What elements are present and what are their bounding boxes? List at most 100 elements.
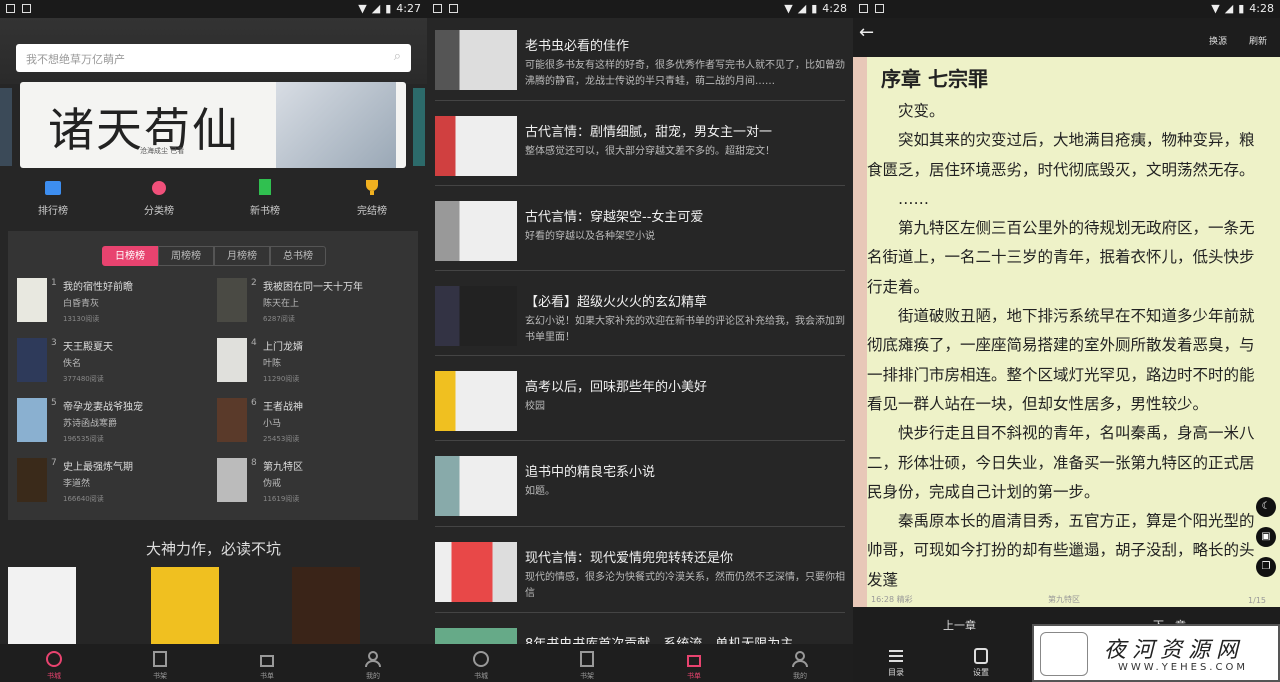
rank-number: 3 — [51, 338, 57, 348]
bottom-tab-bar: 书城 书架 书单 我的 — [0, 644, 427, 682]
comment-icon[interactable]: ▣ — [1256, 527, 1276, 547]
tab-total[interactable]: 总书榜 — [270, 246, 326, 266]
divider — [435, 185, 845, 186]
paragraph: 突如其来的灾变过后，大地满目疮痍，物种变异，粮食匮乏，居住环境恶劣，时代彻底毁灭… — [867, 131, 1255, 179]
category-label: 排行榜 — [38, 206, 68, 217]
rank-item[interactable]: 5 帝孕龙妻战爷独宠 苏诗函战寒爵 196535阅读 — [17, 398, 212, 454]
featured-book-cover[interactable] — [151, 567, 219, 645]
copy-icon[interactable]: ❐ — [1256, 557, 1276, 577]
tab-booklist[interactable]: 书单 — [242, 650, 292, 681]
user-icon — [365, 651, 381, 668]
booklist-desc: 校园 — [525, 401, 545, 412]
category-new[interactable]: 新书榜 — [235, 178, 295, 217]
prev-chapter-button[interactable]: 上一章 — [943, 617, 976, 633]
tab-booklist[interactable]: 书单 — [669, 650, 719, 681]
page-edge — [853, 57, 867, 607]
rank-item[interactable]: 4 上门龙婿 叶陈 11290阅读 — [217, 338, 412, 394]
rank-number: 2 — [251, 278, 257, 288]
tab-label: 书单 — [687, 672, 701, 680]
book-cover — [17, 278, 47, 322]
tab-bookstore[interactable]: 书城 — [29, 650, 79, 681]
booklist-desc: 玄幻小说！如果大家补充的欢迎在新书单的评论区补充给我，我会添加到书单里面！ — [525, 316, 845, 343]
banner-next-peek[interactable] — [413, 88, 425, 166]
rank-item[interactable]: 3 天王殿夏天 佚名 377480阅读 — [17, 338, 212, 394]
back-arrow-icon[interactable]: ← — [859, 22, 874, 43]
booklist-title: 追书中的精良宅系小说 — [525, 465, 656, 480]
search-icon[interactable]: ⌕ — [394, 49, 401, 64]
rank-number: 8 — [251, 458, 257, 468]
booklist-desc: 整体感觉还可以，很大部分穿越文差不多的。超甜宠文！ — [525, 146, 775, 157]
tab-profile[interactable]: 我的 — [348, 650, 398, 681]
night-mode-icon[interactable]: ☾ — [1256, 497, 1276, 517]
tab-weekly[interactable]: 周榜榜 — [158, 246, 214, 266]
rank-item[interactable]: 1 我的宿性好前瞻 白昏青灰 13130阅读 — [17, 278, 212, 334]
toc-button[interactable]: 目录 — [874, 648, 918, 678]
bookshelf-icon — [153, 651, 167, 667]
category-ranking[interactable]: 排行榜 — [23, 178, 83, 217]
book-cover — [17, 458, 47, 502]
booklist-desc: 好看的穿越以及各种架空小说 — [525, 231, 655, 242]
banner-prev-peek[interactable] — [0, 88, 12, 166]
rank-item[interactable]: 8 第九特区伪戒 11619阅读 — [217, 458, 412, 514]
reading-page[interactable]: 序章 七宗罪 灾变。 突如其来的灾变过后，大地满目疮痍，物种变异，粮食匮乏，居住… — [853, 57, 1280, 607]
promo-banner[interactable]: 诸天苟仙 沧海成尘 已看 — [20, 82, 406, 168]
booklist-covers — [435, 30, 517, 90]
paragraph: 第九特区左侧三百公里外的待规划无政府区，一条无名街道上，一名二十三岁的青年，抿着… — [867, 219, 1255, 296]
category-label: 完结榜 — [357, 206, 387, 217]
book-cover — [217, 338, 247, 382]
tab-label: 书单 — [260, 672, 274, 680]
tab-bookshelf[interactable]: 书架 — [135, 650, 185, 681]
reader-panel: ▼ ◢ ▮ 4:28 ← 换源 刷新 序章 七宗罪 灾变。 突如其来的灾变过后，大地满… — [853, 0, 1280, 682]
booklist-item[interactable]: 老书虫必看的佳作 可能很多书友有这样的好奇，很多优秀作者写完书人就不见了，比如曾劲… — [435, 30, 845, 100]
booklist-item[interactable]: 现代言情：现代爱情兜兜转转还是你 现代的情感，很多沦为快餐式的冷漠关系，然而仍然不… — [435, 542, 845, 612]
booklist-covers — [435, 201, 517, 261]
tab-profile[interactable]: 我的 — [775, 650, 825, 681]
booklist-item[interactable]: 高考以后，回味那些年的小美好 校园 — [435, 371, 845, 441]
change-source-button[interactable]: 换源 — [1209, 34, 1227, 47]
book-author: 白昏青灰 — [63, 299, 100, 309]
category-label: 新书榜 — [250, 206, 280, 217]
booklist-panel: ▼ ◢ ▮ 4:28 老书虫必看的佳作 可能很多书友有这样的好奇，很多优秀作者写完书人就… — [427, 0, 853, 682]
button-label: 目录 — [888, 668, 904, 677]
notification-icon — [6, 4, 15, 13]
booklist-item[interactable]: 【必看】超级火火火的玄幻精草玄幻小说！如果大家补充的欢迎在新书单的评论区补充给我… — [435, 286, 845, 356]
settings-button[interactable]: 设置 — [959, 648, 1003, 678]
booklist-item[interactable]: 古代言情：穿越架空--女主可爱 好看的穿越以及各种架空小说 — [435, 201, 845, 271]
tab-bookstore[interactable]: 书城 — [456, 650, 506, 681]
category-finished[interactable]: 完结榜 — [342, 178, 402, 217]
book-author: 伪戒 — [263, 479, 282, 489]
wifi-icon: ▼ — [1211, 2, 1220, 15]
divider — [435, 355, 845, 356]
rank-number: 5 — [51, 398, 57, 408]
refresh-button[interactable]: 刷新 — [1249, 34, 1267, 47]
rank-item[interactable]: 6 王者战神 小马 25453阅读 — [217, 398, 412, 454]
tab-daily[interactable]: 日榜榜 — [102, 246, 158, 266]
paragraph: 街道破败丑陋，地下排污系统早在不知道多少年前就彻底瘫痪了，一座座简易搭建的室外厕… — [867, 307, 1255, 413]
notification-icon — [433, 4, 442, 13]
trophy-icon — [366, 180, 378, 195]
read-count: 11619阅读 — [263, 495, 300, 503]
rank-item[interactable]: 2 我被困在同一天十万年 陈天在上 6287阅读 — [217, 278, 412, 334]
category-classify[interactable]: 分类榜 — [129, 178, 189, 217]
rank-item[interactable]: 7 史上最强炼气期 李道然 166640阅读 — [17, 458, 212, 514]
book-author: 李道然 — [63, 479, 91, 489]
booklist-title: 【必看】超级火火火的玄幻精草 — [525, 295, 708, 310]
search-input[interactable]: 我不想绝草万亿萌产 ⌕ — [16, 44, 411, 72]
book-title: 第九特区 — [263, 462, 303, 473]
battery-icon: ▮ — [1238, 2, 1245, 15]
tab-label: 书城 — [474, 672, 488, 680]
tab-monthly[interactable]: 月榜榜 — [214, 246, 270, 266]
bottom-tab-bar: 书城 书架 书单 我的 — [427, 644, 853, 682]
featured-book-cover[interactable] — [292, 567, 360, 645]
read-count: 25453阅读 — [263, 435, 300, 443]
featured-book-cover[interactable] — [8, 567, 76, 645]
booklist-item[interactable]: 古代言情：剧情细腻，甜宠，男女主一对一整体感觉还可以，很大部分穿越文差不多的。超… — [435, 116, 845, 186]
booklist-title: 古代言情：剧情细腻，甜宠，男女主一对一 — [525, 125, 773, 140]
rank-number: 7 — [51, 458, 57, 468]
booklist-item[interactable]: 追书中的精良宅系小说 如题。 — [435, 456, 845, 526]
tab-bookshelf[interactable]: 书架 — [562, 650, 612, 681]
peach-icon — [152, 181, 166, 195]
battery-icon: ▮ — [811, 2, 818, 15]
booklist-title: 现代言情：现代爱情兜兜转转还是你 — [525, 551, 734, 566]
status-time: 4:28 — [1249, 2, 1274, 15]
